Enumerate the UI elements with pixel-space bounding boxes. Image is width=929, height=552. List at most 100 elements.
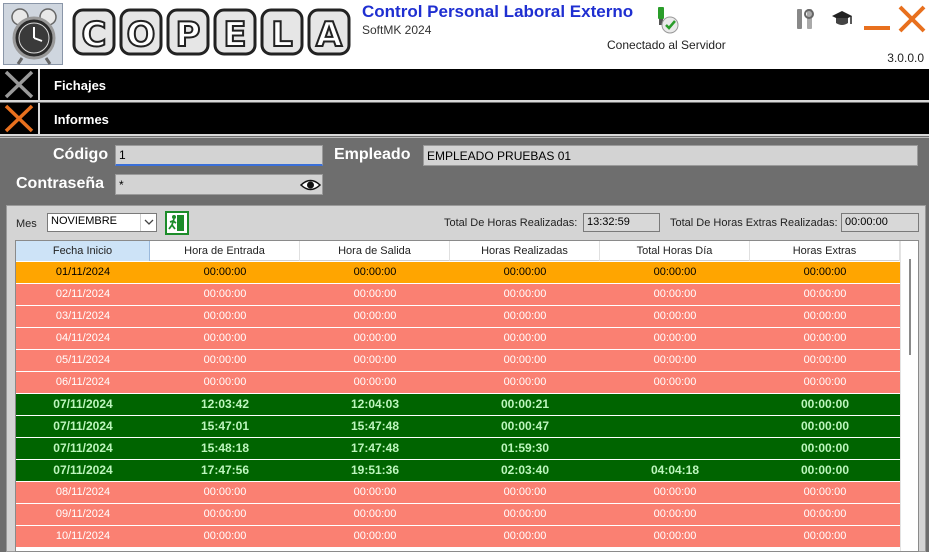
- menu-fichajes[interactable]: Fichajes: [0, 69, 929, 102]
- table-cell: 00:00:00: [803, 266, 847, 278]
- copela-logo: COPELA: [70, 8, 355, 58]
- password-input[interactable]: [115, 174, 323, 195]
- app-subtitle: SoftMK 2024: [362, 23, 432, 37]
- cross-icon: [0, 69, 40, 100]
- table-cell: 00:00:00: [803, 288, 847, 300]
- column-header[interactable]: Horas Extras: [750, 241, 900, 261]
- table-cell: 17:47:56: [200, 463, 250, 477]
- table-cell: 00:00:00: [653, 332, 697, 344]
- table-cell: 00:00:00: [203, 332, 247, 344]
- menu-informes[interactable]: Informes: [0, 103, 929, 136]
- table-cell: 02/11/2024: [55, 288, 111, 300]
- table-cell: 07/11/2024: [53, 397, 113, 411]
- minimize-button[interactable]: [862, 5, 892, 33]
- logo-letter: O: [127, 15, 156, 55]
- column-header[interactable]: Hora de Salida: [300, 241, 450, 261]
- version-label: 3.0.0.0: [887, 51, 924, 65]
- table-cell: 00:00:00: [653, 266, 697, 278]
- table-cell: 01/11/2024: [55, 266, 111, 278]
- table-cell: 00:00:00: [653, 310, 697, 322]
- exit-button[interactable]: [165, 211, 189, 235]
- vertical-scrollbar[interactable]: [900, 241, 918, 551]
- table-cell: 00:00:00: [203, 310, 247, 322]
- table-row[interactable]: 05/11/2024 00:00:00 00:00:00 00:00:00 00:00:…: [16, 350, 900, 372]
- close-button[interactable]: [897, 4, 927, 34]
- eye-icon: [299, 179, 322, 191]
- table-row[interactable]: 10/11/2024 00:00:00 00:00:00 00:00:00 00:00:…: [16, 526, 900, 548]
- table-cell: 00:00:00: [653, 376, 697, 388]
- menu-label: Informes: [54, 112, 109, 127]
- codigo-label: Código: [53, 146, 109, 163]
- table-cell: 00:00:00: [353, 354, 397, 366]
- table-cell: [600, 438, 750, 459]
- table-cell: 00:00:00: [353, 332, 397, 344]
- table-cell: 00:00:00: [800, 419, 850, 433]
- table-row[interactable]: 02/11/2024 00:00:00 00:00:00 00:00:00 00:00:…: [16, 284, 900, 306]
- table-cell: 00:00:00: [803, 530, 847, 542]
- extra-hours-value: 00:00:00: [841, 213, 919, 232]
- server-connected-icon: [655, 5, 681, 35]
- app-header: COPELA Control Personal Laboral Externo …: [0, 0, 929, 69]
- table-cell: 19:51:36: [350, 463, 400, 477]
- table-cell: 05/11/2024: [55, 354, 111, 366]
- table-row[interactable]: 07/11/2024 17:47:56 19:51:36 02:03:40 04:04:…: [16, 460, 900, 482]
- table-cell: 00:00:00: [653, 288, 697, 300]
- table-cell: 00:00:47: [500, 419, 550, 433]
- table-cell: 06/11/2024: [55, 376, 111, 388]
- table-cell: 04/11/2024: [55, 332, 111, 344]
- table-cell: 00:00:00: [353, 266, 397, 278]
- chevron-down-icon: [140, 214, 156, 231]
- table-cell: 00:00:00: [353, 508, 397, 520]
- scrollbar-thumb[interactable]: [909, 259, 911, 355]
- month-select[interactable]: NOVIEMBRE: [47, 213, 157, 232]
- table-cell: 00:00:00: [803, 354, 847, 366]
- table-cell: 00:00:00: [353, 288, 397, 300]
- table-cell: 00:00:00: [203, 508, 247, 520]
- table-cell: [600, 416, 750, 437]
- empleado-field[interactable]: [423, 145, 918, 166]
- table-header: Fecha Inicio Hora de Entrada Hora de Salid…: [16, 241, 900, 261]
- table-cell: 00:00:00: [503, 530, 547, 542]
- table-row[interactable]: 07/11/2024 12:03:42 12:04:03 00:00:21 00:00:…: [16, 394, 900, 416]
- table-cell: 00:00:00: [803, 332, 847, 344]
- column-header[interactable]: Hora de Entrada: [150, 241, 300, 261]
- column-header[interactable]: Fecha Inicio: [16, 241, 150, 261]
- table-row[interactable]: 08/11/2024 00:00:00 00:00:00 00:00:00 00:00:…: [16, 482, 900, 504]
- month-select-value: NOVIEMBRE: [51, 215, 118, 227]
- graduation-cap-icon[interactable]: [830, 8, 854, 30]
- minimize-icon: [864, 26, 890, 30]
- table-cell: 00:00:00: [203, 486, 247, 498]
- table-cell: 00:00:00: [203, 354, 247, 366]
- table-cell: 00:00:00: [203, 266, 247, 278]
- table-cell: 15:47:01: [200, 419, 250, 433]
- empleado-label: Empleado: [334, 146, 411, 163]
- column-header[interactable]: Horas Realizadas: [450, 241, 600, 261]
- extra-hours-label: Total De Horas Extras Realizadas:: [670, 217, 838, 229]
- column-header[interactable]: Total Horas Día: [600, 241, 750, 261]
- table-cell: 00:00:00: [800, 397, 850, 411]
- table-cell: 09/11/2024: [55, 508, 111, 520]
- table-cell: 00:00:00: [503, 508, 547, 520]
- show-password-button[interactable]: [299, 176, 322, 194]
- table-cell: 15:48:18: [200, 441, 250, 455]
- table-cell: 00:00:00: [353, 376, 397, 388]
- table-row[interactable]: 09/11/2024 00:00:00 00:00:00 00:00:00 00:00:…: [16, 504, 900, 526]
- table-row[interactable]: 04/11/2024 00:00:00 00:00:00 00:00:00 00:00:…: [16, 328, 900, 350]
- table-body: 01/11/2024 00:00:00 00:00:00 00:00:00 00:00:…: [16, 262, 900, 548]
- logo-letter: P: [176, 15, 201, 55]
- table-row[interactable]: 07/11/2024 15:48:18 17:47:48 01:59:30 00:00:…: [16, 438, 900, 460]
- table-row[interactable]: 03/11/2024 00:00:00 00:00:00 00:00:00 00:00:…: [16, 306, 900, 328]
- table-row[interactable]: 06/11/2024 00:00:00 00:00:00 00:00:00 00:00:…: [16, 372, 900, 394]
- tools-icon[interactable]: [793, 6, 819, 32]
- table-cell: 00:00:00: [800, 463, 850, 477]
- table-cell: 04:04:18: [650, 463, 700, 477]
- password-label: Contraseña: [16, 175, 105, 192]
- cross-icon: [0, 103, 40, 134]
- table-row[interactable]: 07/11/2024 15:47:01 15:47:48 00:00:47 00:00:…: [16, 416, 900, 438]
- table-cell: 07/11/2024: [53, 463, 113, 477]
- table-cell: 10/11/2024: [55, 530, 111, 542]
- table-row[interactable]: 01/11/2024 00:00:00 00:00:00 00:00:00 00:00:…: [16, 262, 900, 284]
- report-panel: Mes NOVIEMBRE Total De Horas Realizadas:…: [6, 205, 926, 552]
- codigo-input[interactable]: [115, 145, 323, 166]
- table-cell: 07/11/2024: [53, 419, 113, 433]
